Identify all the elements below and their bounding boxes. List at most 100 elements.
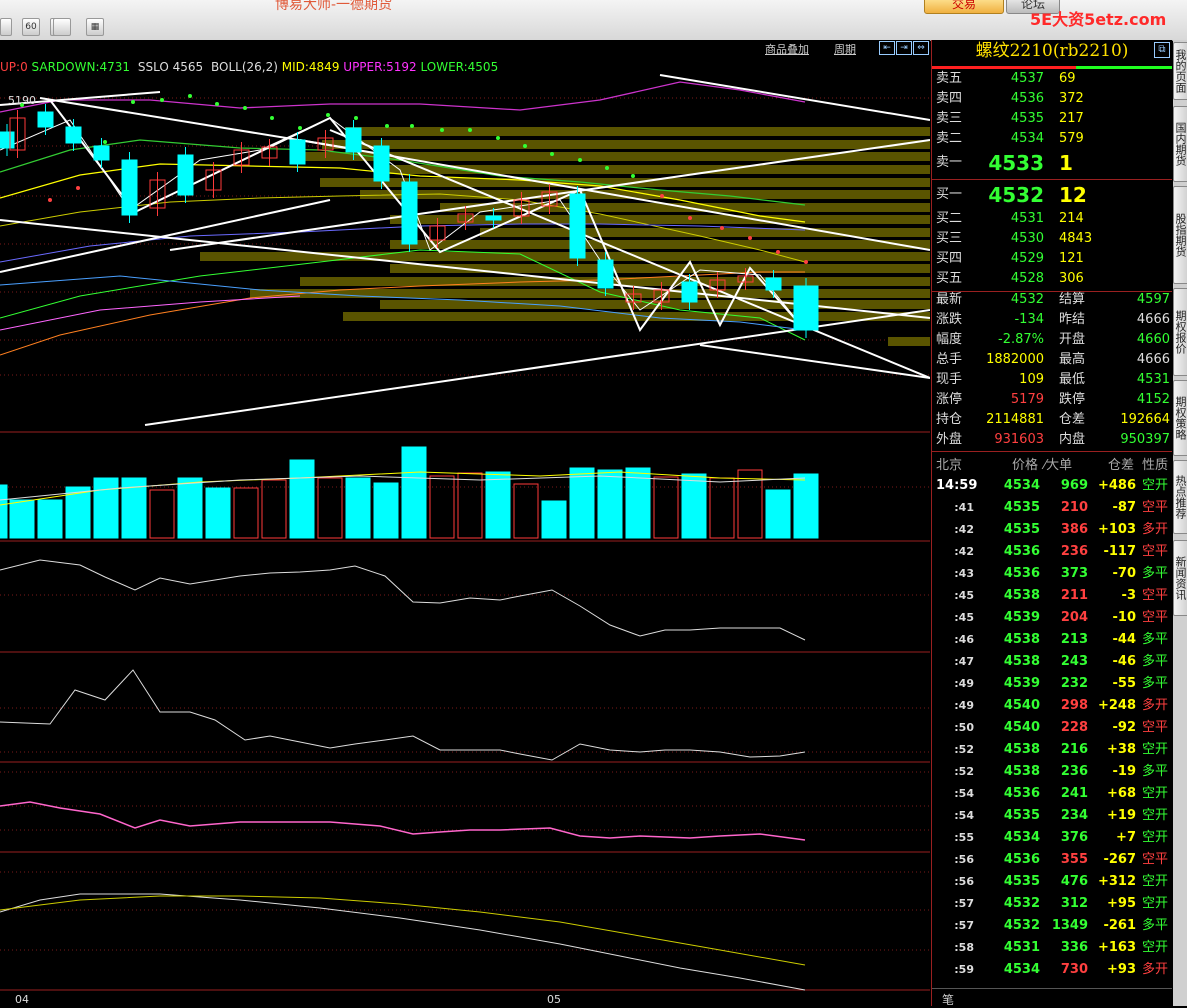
bid-row[interactable]: 买一 4532 12 [932,185,1172,205]
candle-body [177,154,194,196]
ask-row[interactable]: 卖五 4537 69 [932,69,1172,89]
popout-icon[interactable]: ⧉ [1154,42,1170,58]
tick-row[interactable]: :45 4538 211 -3 空平 [932,586,1172,606]
legend-boll: BOLL(26,2) [210,60,278,74]
tick-row[interactable]: :54 4535 234 +19 空开 [932,806,1172,826]
quote-row: 最新 4532 结算 4597 [932,290,1172,310]
tick-price: 4538 [1003,654,1040,669]
tick-row[interactable]: :49 4540 298 +248 多开 [932,696,1172,716]
fit-icon[interactable]: ⇔ [913,41,929,55]
tick-price: 4532 [1003,896,1040,911]
side-tab[interactable]: 国内期货 [1173,106,1187,182]
tick-time: :55 [954,831,974,844]
tick-row[interactable]: :50 4540 228 -92 空平 [932,718,1172,738]
quote-row: 涨停 5179 跌停 4152 [932,390,1172,410]
ask-row[interactable]: 卖一 4533 1 [932,153,1172,173]
tick-price: 4538 [1003,764,1040,779]
tick-price: 4540 [1003,720,1040,735]
tick-row[interactable]: :45 4539 204 -10 空平 [932,608,1172,628]
ask-row[interactable]: 卖二 4534 579 [932,129,1172,149]
tick-price: 4532 [1003,918,1040,933]
trade-button[interactable]: 交易 [924,0,1004,14]
tick-oi-change: +312 [1097,874,1136,889]
tick-row[interactable]: :55 4534 376 +7 空开 [932,828,1172,848]
volume-bar [457,472,483,539]
tick-row[interactable]: :52 4538 236 -19 多平 [932,762,1172,782]
quote-value: 931603 [994,432,1044,447]
side-tab[interactable]: 期权报价 [1173,288,1187,376]
side-tab[interactable]: 热点推荐 [1173,460,1187,534]
tick-volume: 216 [1060,742,1088,757]
tick-row[interactable]: :46 4538 213 -44 多平 [932,630,1172,650]
tick-row[interactable]: :56 4536 355 -267 空平 [932,850,1172,870]
side-tab[interactable]: 股指期货 [1173,186,1187,284]
sar-dot [103,140,107,144]
side-tab[interactable]: 新闻资讯 [1173,540,1187,616]
tick-row[interactable]: :42 4535 386 +103 多开 [932,520,1172,540]
tick-row[interactable]: :41 4535 210 -87 空平 [932,498,1172,518]
quote-label: 外盘 [936,432,963,447]
tick-oi-change: -19 [1112,764,1137,779]
tick-volume: 213 [1060,632,1088,647]
side-tab[interactable]: 期权策略 [1173,380,1187,456]
tick-row[interactable]: :57 4532 312 +95 空开 [932,894,1172,914]
tick-row[interactable]: :42 4536 236 -117 空平 [932,542,1172,562]
tick-row[interactable]: :59 4534 730 +93 多开 [932,960,1172,980]
tick-row[interactable]: :54 4536 241 +68 空开 [932,784,1172,804]
tick-volume: 730 [1060,962,1088,977]
tick-volume: 236 [1060,764,1088,779]
volume-bar [205,487,231,539]
bid-vol: 12 [1059,183,1087,207]
tick-price: 4540 [1003,698,1040,713]
sar-dot [720,226,724,230]
volume-bar [709,477,735,539]
tick-volume: 969 [1060,478,1088,493]
bid-row[interactable]: 买三 4530 4843 [932,229,1172,249]
quote-label: 昨结 [1059,312,1086,327]
tick-row[interactable]: :58 4531 336 +163 空开 [932,938,1172,958]
candle-body [37,111,54,128]
bid-row[interactable]: 买二 4531 214 [932,209,1172,229]
bid-vol: 121 [1059,251,1084,266]
bid-row[interactable]: 买五 4528 306 [932,269,1172,289]
quote-label: 仓差 [1059,412,1086,427]
sar-dot [660,194,664,198]
quote-value: 950397 [1120,432,1170,447]
side-tab[interactable]: 我的页面 [1173,42,1187,100]
legend-mid: MID:4849 [281,60,340,74]
tick-price: 4535 [1003,500,1040,515]
quote-label: 最低 [1059,372,1086,387]
bid-row[interactable]: 买四 4529 121 [932,249,1172,269]
tick-time: :47 [954,655,974,668]
tick-oi-change: +248 [1097,698,1136,713]
scroll-right-icon[interactable]: ⇥ [896,41,912,55]
quote-value: 4666 [1136,352,1170,367]
tick-row[interactable]: 14:59 4534 969 +486 空开 [932,476,1172,496]
tick-row[interactable]: :52 4538 216 +38 空开 [932,740,1172,760]
kline-chart[interactable] [0,0,930,1006]
tick-row[interactable]: :47 4538 243 -46 多平 [932,652,1172,672]
scroll-left-icon[interactable]: ⇤ [879,41,895,55]
tick-row[interactable]: :49 4539 232 -55 多平 [932,674,1172,694]
volume-bar [37,499,63,539]
volume-profile-bar [345,127,930,136]
period-link[interactable]: 周期 [834,41,856,57]
high-price-label: 5190 [8,94,36,107]
ask-row[interactable]: 卖三 4535 217 [932,109,1172,129]
tick-oi-change: -92 [1112,720,1137,735]
tick-row[interactable]: :57 4532 1349 -261 多平 [932,916,1172,936]
tick-time: :41 [954,501,974,514]
candle-body [345,127,362,153]
tick-row[interactable]: :56 4535 476 +312 空开 [932,872,1172,892]
tick-price: 4535 [1003,522,1040,537]
quote-label: 涨停 [936,392,963,407]
ask-row[interactable]: 卖四 4536 372 [932,89,1172,109]
tick-row[interactable]: :43 4536 373 -70 多平 [932,564,1172,584]
volume-bar [289,459,315,539]
tab-ticks[interactable]: 笔 [942,991,954,1008]
overlay-link[interactable]: 商品叠加 [765,41,809,57]
quote-label: 现手 [936,372,963,387]
side-tabs: 我的页面国内期货股指期货期权报价期权策略热点推荐新闻资讯 [1173,40,1187,1006]
tick-time: :42 [954,545,974,558]
tick-volume: 298 [1060,698,1088,713]
